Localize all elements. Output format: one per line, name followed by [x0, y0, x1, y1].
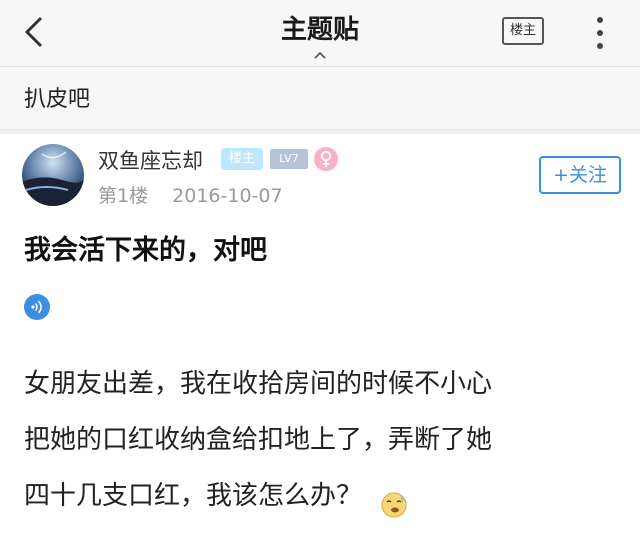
post-date: 2016-10-07 — [172, 185, 283, 207]
female-icon — [314, 147, 338, 171]
forum-bar: 扒皮吧 — [0, 67, 640, 130]
forum-name-link[interactable]: 扒皮吧 — [24, 81, 90, 113]
floor-label: 第1楼 — [98, 185, 149, 207]
back-button[interactable] — [14, 10, 54, 54]
page-title: 主题贴 — [280, 15, 359, 45]
author-name[interactable]: 双鱼座忘却 — [98, 145, 203, 175]
avatar[interactable] — [22, 144, 84, 206]
follow-button[interactable]: +关注 — [539, 156, 621, 194]
content-line-text: 四十几支口红，我该怎么办？ — [24, 481, 363, 511]
audio-wave-icon[interactable] — [24, 294, 50, 320]
page-title-wrap: 主题贴 — [220, 10, 420, 59]
post-content: 女朋友出差，我在收拾房间的时候不小心 把她的口红收纳盒给扣地上了，弄断了她 四十… — [24, 356, 594, 524]
only-op-button[interactable]: 楼主 — [502, 17, 544, 45]
content-line: 把她的口红收纳盒给扣地上了，弄断了她 — [24, 425, 493, 455]
caret-up-icon — [314, 51, 326, 59]
sweating-emoji-icon — [380, 483, 408, 517]
content-line: 女朋友出差，我在收拾房间的时候不小心 — [24, 369, 493, 399]
post-meta: 第1楼 2016-10-07 — [98, 181, 283, 208]
chevron-left-icon — [24, 16, 43, 48]
content-line-last: 四十几支口红，我该怎么办？ — [24, 468, 594, 524]
top-nav-bar: 主题贴 楼主 — [0, 0, 640, 67]
post-title: 我会活下来的，对吧 — [24, 235, 267, 266]
vertical-ellipsis-icon[interactable] — [586, 14, 614, 52]
section-divider — [0, 130, 640, 134]
level-badge: LV7 — [270, 149, 308, 169]
op-badge: 楼主 — [221, 148, 263, 170]
